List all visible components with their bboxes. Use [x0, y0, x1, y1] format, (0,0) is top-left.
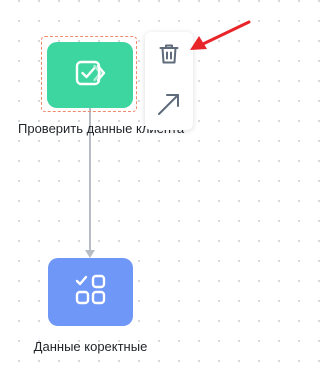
open-node-button[interactable]: [153, 90, 185, 122]
node-card-blue[interactable]: [48, 258, 133, 326]
node-label: Данные коректные: [33, 339, 148, 354]
checklist-icon: [73, 56, 107, 95]
grid-check-icon: [74, 273, 108, 312]
arrow-up-right-icon: [156, 91, 182, 122]
annotation-arrow-icon: [190, 20, 251, 50]
trash-icon: [157, 42, 181, 71]
node-card-green[interactable]: [47, 42, 133, 108]
delete-node-button[interactable]: [153, 40, 185, 72]
